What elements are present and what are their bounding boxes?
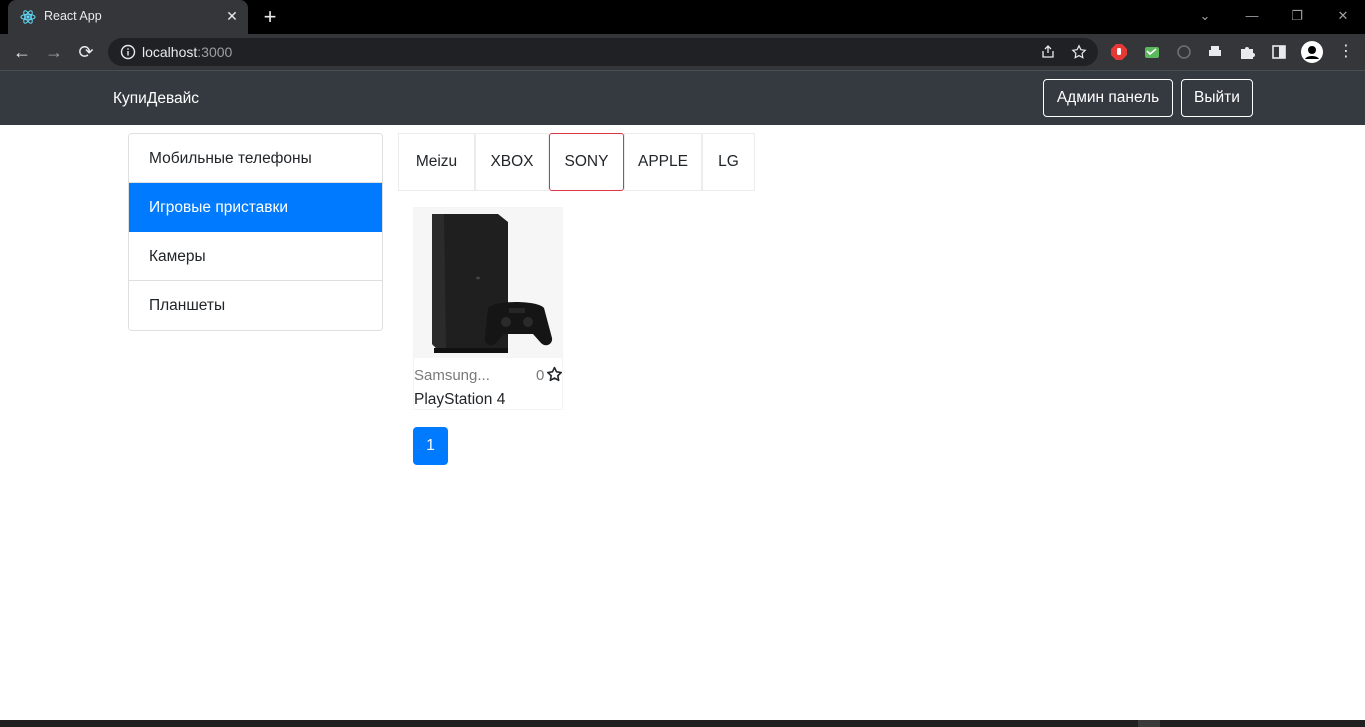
device-rating: 0: [536, 367, 545, 384]
brand-card-meizu[interactable]: Meizu: [398, 133, 475, 191]
browser-toolbar: ← → ⟳ localhost:3000 ⋮: [0, 34, 1365, 70]
site-info-icon[interactable]: [120, 44, 136, 60]
type-item-cameras[interactable]: Камеры: [129, 232, 382, 281]
extensions-puzzle-icon[interactable]: [1238, 43, 1256, 61]
url-host: localhost: [142, 44, 198, 60]
app-navbar: КупиДевайс Админ панель Выйти: [0, 70, 1365, 125]
close-window-icon[interactable]: ✕: [1333, 6, 1353, 26]
share-icon[interactable]: [1040, 44, 1056, 60]
type-item-tablets[interactable]: Планшеты: [129, 281, 382, 330]
browser-menu-icon[interactable]: ⋮: [1335, 41, 1357, 63]
star-outline-icon: [547, 366, 562, 382]
taskbar: [0, 720, 1365, 727]
back-icon[interactable]: ←: [11, 41, 33, 63]
react-logo-icon: [20, 10, 36, 24]
brand-card-lg[interactable]: LG: [702, 133, 755, 191]
taskbar-indicator: [1138, 720, 1160, 727]
browser-tabstrip: React App ✕ + ⌄ — ❐ ✕: [0, 0, 1365, 34]
profile-avatar-icon[interactable]: [1300, 40, 1324, 64]
logout-button[interactable]: Выйти: [1181, 79, 1253, 117]
type-item-mobile-phones[interactable]: Мобильные телефоны: [129, 134, 382, 183]
tab-title: React App: [44, 9, 102, 23]
device-image: [414, 208, 562, 358]
type-item-game-consoles[interactable]: Игровые приставки: [129, 183, 382, 232]
admin-panel-button[interactable]: Админ панель: [1043, 79, 1173, 117]
brand-bar: Meizu XBOX SONY APPLE LG: [398, 133, 755, 191]
restore-icon[interactable]: ❐: [1287, 6, 1307, 26]
browser-tab[interactable]: React App ✕: [8, 0, 248, 34]
url-port: :3000: [197, 44, 233, 60]
type-list: Мобильные телефоны Игровые приставки Кам…: [128, 133, 383, 331]
site-brand-link[interactable]: КупиДевайс: [113, 90, 199, 108]
tab-search-icon[interactable]: ⌄: [1195, 6, 1215, 26]
sync-extension-icon[interactable]: [1175, 43, 1193, 61]
brand-card-sony[interactable]: SONY: [549, 133, 624, 191]
brand-card-xbox[interactable]: XBOX: [475, 133, 549, 191]
url-text: localhost:3000: [142, 44, 232, 60]
device-name: PlayStation 4: [414, 391, 506, 408]
reload-icon[interactable]: ⟳: [75, 41, 97, 63]
close-tab-icon[interactable]: ✕: [224, 8, 240, 24]
address-bar[interactable]: localhost:3000: [108, 38, 1098, 66]
mail-extension-icon[interactable]: [1143, 43, 1161, 61]
pagination-page-1[interactable]: 1: [413, 427, 448, 465]
new-tab-icon[interactable]: +: [260, 6, 280, 28]
side-panel-icon[interactable]: [1270, 43, 1288, 61]
adblock-extension-icon[interactable]: [1110, 43, 1128, 61]
bookmark-star-icon[interactable]: [1071, 44, 1087, 60]
brand-card-apple[interactable]: APPLE: [624, 133, 702, 191]
device-brand: Samsung...: [414, 367, 490, 384]
forward-icon[interactable]: →: [43, 41, 65, 63]
printer-extension-icon[interactable]: [1206, 43, 1224, 61]
device-card[interactable]: Samsung... 0 PlayStation 4: [413, 207, 563, 410]
minimize-icon[interactable]: —: [1242, 6, 1262, 26]
